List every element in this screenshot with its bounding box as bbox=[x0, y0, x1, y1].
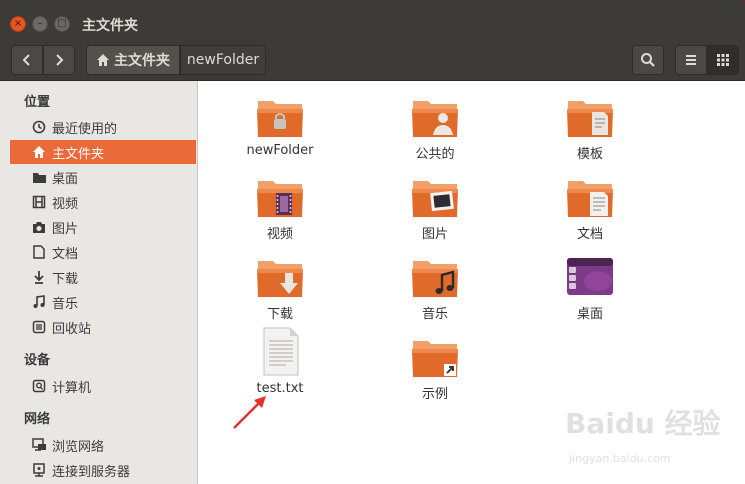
music-icon bbox=[30, 295, 48, 309]
sidebar-item-label: 计算机 bbox=[52, 380, 92, 396]
sidebar-item-recent[interactable]: 最近使用的 bbox=[10, 115, 196, 139]
desktop-folder-icon bbox=[30, 171, 48, 184]
chevron-right-icon bbox=[56, 54, 64, 66]
file-item-label: 桌面 bbox=[576, 307, 603, 322]
forward-button[interactable] bbox=[43, 45, 75, 75]
sidebar-item-connect-to-server[interactable]: 连接到服务器 bbox=[10, 458, 196, 482]
file-item-videos[interactable]: 视频 bbox=[225, 175, 335, 242]
film-icon bbox=[30, 195, 48, 209]
toolbar: 主文件夹 newFolder bbox=[0, 42, 745, 81]
sidebar-item-label: 音乐 bbox=[52, 296, 79, 312]
public-folder-icon bbox=[412, 101, 458, 137]
sidebar-item-trash[interactable]: 回收站 bbox=[10, 315, 196, 339]
videos-folder-icon bbox=[257, 181, 303, 217]
documents-folder-icon bbox=[567, 181, 613, 217]
sidebar-item-label: 视频 bbox=[52, 196, 79, 212]
file-item-templates[interactable]: 模板 bbox=[535, 95, 645, 162]
sidebar-item-label: 桌面 bbox=[52, 171, 79, 187]
file-item-public[interactable]: 公共的 bbox=[380, 95, 490, 162]
document-icon bbox=[30, 245, 48, 259]
file-item-label: newFolder bbox=[246, 143, 314, 158]
sidebar-item-label: 回收站 bbox=[52, 321, 92, 337]
sidebar-item-music[interactable]: 音乐 bbox=[10, 290, 196, 314]
trash-icon bbox=[30, 320, 48, 334]
sidebar: 位置 最近使用的 主文件夹 桌面 视频 图片 文档 下载 音乐 回收站 设备 计… bbox=[0, 81, 198, 484]
downloads-folder-icon bbox=[257, 261, 303, 297]
sidebar-item-videos[interactable]: 视频 bbox=[10, 190, 196, 214]
file-item-pictures[interactable]: 图片 bbox=[380, 175, 490, 242]
search-button[interactable] bbox=[632, 45, 664, 75]
maximize-window-button[interactable]: □ bbox=[54, 16, 70, 32]
sidebar-heading-places: 位置 bbox=[24, 95, 51, 110]
desktop-folder-icon bbox=[567, 258, 613, 295]
list-view-icon bbox=[686, 55, 696, 65]
file-item-desktop[interactable]: 桌面 bbox=[535, 255, 645, 322]
watermark-logo: Baidu 经验 bbox=[565, 407, 721, 440]
pictures-folder-icon bbox=[412, 181, 458, 217]
minimize-window-button[interactable]: – bbox=[32, 16, 48, 32]
download-icon bbox=[30, 270, 48, 284]
file-item-label: 下载 bbox=[266, 307, 293, 322]
text-file-icon bbox=[263, 327, 299, 376]
breadcrumb-home-label: 主文件夹 bbox=[114, 53, 170, 69]
file-item-label: 音乐 bbox=[421, 307, 448, 322]
templates-folder-icon bbox=[567, 101, 613, 137]
file-manager-window: × – □ 主文件夹 主文件夹 newFolder 位置 最近使用的 主文件夹 … bbox=[0, 0, 745, 484]
list-view-button[interactable] bbox=[675, 45, 707, 75]
sidebar-item-desktop[interactable]: 桌面 bbox=[10, 165, 196, 189]
camera-icon bbox=[30, 221, 48, 234]
sidebar-item-label: 主文件夹 bbox=[52, 146, 105, 162]
clock-icon bbox=[30, 120, 48, 134]
file-item-label: 公共的 bbox=[415, 147, 455, 162]
file-item-test-txt[interactable]: test.txt bbox=[225, 327, 335, 396]
sidebar-item-label: 图片 bbox=[52, 221, 79, 237]
sidebar-item-label: 连接到服务器 bbox=[52, 464, 131, 480]
grid-view-icon bbox=[717, 54, 729, 66]
sidebar-item-pictures[interactable]: 图片 bbox=[10, 215, 196, 239]
home-icon bbox=[97, 54, 109, 66]
file-item-newfolder[interactable]: newFolder bbox=[225, 95, 335, 158]
examples-folder-icon bbox=[412, 341, 458, 377]
file-item-music[interactable]: 音乐 bbox=[380, 255, 490, 322]
server-icon bbox=[30, 463, 48, 477]
chevron-left-icon bbox=[22, 54, 30, 66]
annotation-arrow-icon bbox=[233, 396, 266, 429]
sidebar-item-label: 下载 bbox=[52, 271, 79, 287]
home-icon bbox=[30, 145, 48, 159]
sidebar-heading-network: 网络 bbox=[24, 412, 51, 427]
file-item-downloads[interactable]: 下载 bbox=[225, 255, 335, 322]
grid-view-button[interactable] bbox=[707, 45, 739, 75]
search-icon bbox=[641, 53, 655, 67]
file-item-label: 图片 bbox=[421, 227, 448, 242]
sidebar-item-label: 文档 bbox=[52, 246, 79, 262]
file-item-label: 文档 bbox=[576, 227, 603, 242]
sidebar-item-computer[interactable]: 计算机 bbox=[10, 374, 196, 398]
sidebar-item-documents[interactable]: 文档 bbox=[10, 240, 196, 264]
watermark: Baidu 经验 jingyan.baidu.com bbox=[565, 402, 725, 472]
watermark-url: jingyan.baidu.com bbox=[569, 452, 671, 465]
breadcrumb-home[interactable]: 主文件夹 bbox=[86, 45, 180, 75]
breadcrumb-current-folder[interactable]: newFolder bbox=[180, 45, 266, 75]
sidebar-item-label: 浏览网络 bbox=[52, 439, 105, 455]
locked-folder-icon bbox=[257, 101, 303, 137]
music-folder-icon bbox=[412, 261, 458, 297]
file-item-documents[interactable]: 文档 bbox=[535, 175, 645, 242]
file-item-label: 视频 bbox=[266, 227, 293, 242]
file-item-label: 模板 bbox=[576, 147, 603, 162]
back-button[interactable] bbox=[11, 45, 43, 75]
file-item-examples[interactable]: 示例 bbox=[380, 335, 490, 402]
file-item-label: 示例 bbox=[421, 387, 448, 402]
network-icon bbox=[30, 438, 48, 452]
sidebar-item-downloads[interactable]: 下载 bbox=[10, 265, 196, 289]
sidebar-item-home[interactable]: 主文件夹 bbox=[10, 140, 196, 164]
sidebar-heading-devices: 设备 bbox=[24, 353, 51, 368]
sidebar-item-browse-network[interactable]: 浏览网络 bbox=[10, 433, 196, 457]
close-window-button[interactable]: × bbox=[10, 16, 26, 32]
computer-icon bbox=[30, 379, 48, 393]
window-title: 主文件夹 bbox=[82, 18, 138, 34]
title-bar[interactable]: × – □ 主文件夹 bbox=[0, 0, 745, 42]
sidebar-item-label: 最近使用的 bbox=[52, 121, 118, 137]
